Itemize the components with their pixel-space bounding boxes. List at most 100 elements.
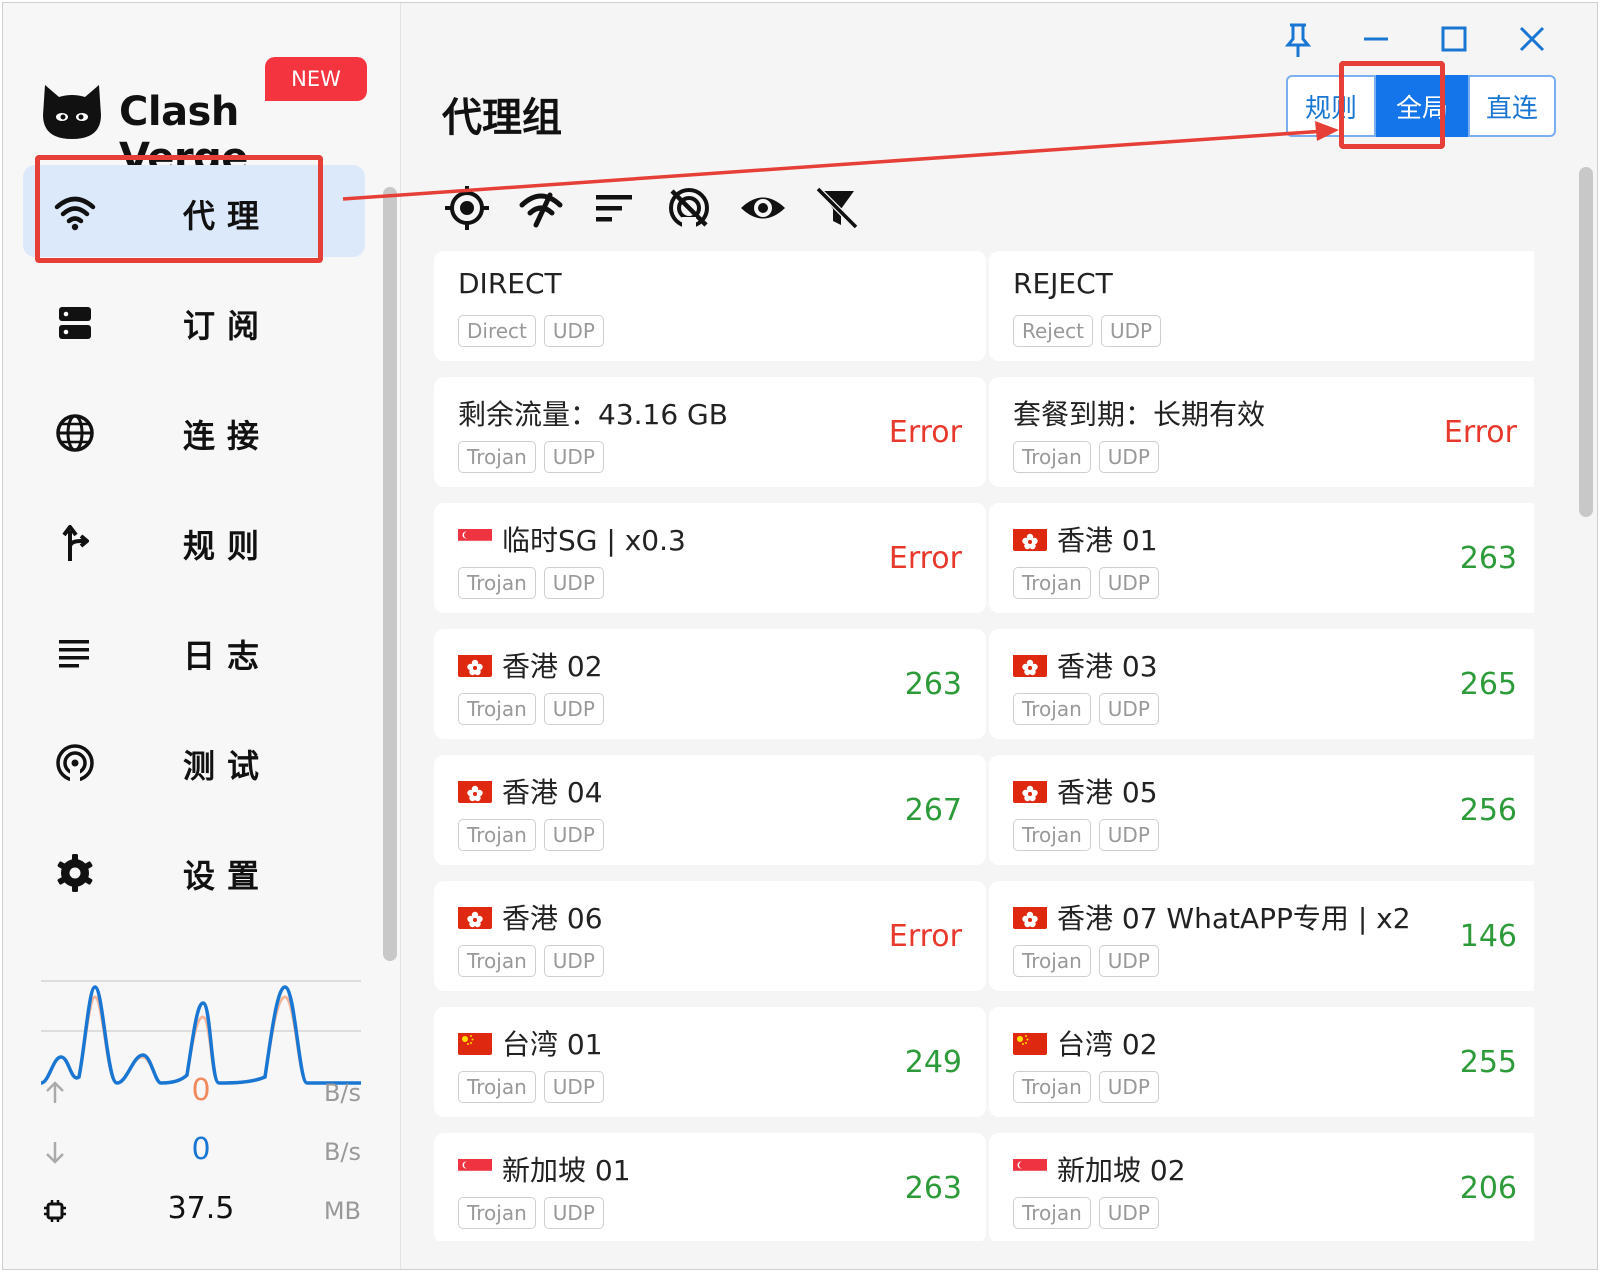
proxy-tag: Trojan (458, 945, 536, 977)
locate-icon[interactable] (442, 183, 492, 233)
latency-value[interactable]: 255 (1460, 1045, 1517, 1080)
proxy-tag: UDP (1098, 441, 1159, 473)
proxy-card[interactable]: 剩余流量：43.16 GB Trojan UDP Error (434, 377, 986, 487)
latency-value[interactable]: Error (889, 541, 962, 576)
proxy-name: 套餐到期：长期有效 (1013, 393, 1265, 433)
nav-item-test[interactable]: 测试 (23, 715, 365, 807)
latency-value[interactable]: 206 (1460, 1171, 1517, 1206)
proxy-card[interactable]: REJECT Reject UDP (989, 251, 1534, 361)
proxy-card[interactable]: 香港 06 Trojan UDP Error (434, 881, 986, 991)
flag-hk-icon (458, 653, 492, 677)
proxy-tags: Trojan UDP (1013, 945, 1167, 977)
proxy-name: 临时SG | x0.3 (458, 519, 686, 559)
gear-icon (57, 854, 93, 892)
proxy-card[interactable]: 香港 07 WhatAPP专用 | x2 Trojan UDP 146 (989, 881, 1534, 991)
mode-direct-button[interactable]: 直连 (1468, 75, 1556, 137)
proxy-name-text: 台湾 01 (502, 1028, 603, 1061)
proxy-name-text: 香港 04 (502, 776, 603, 809)
proxy-tags: Direct UDP (458, 315, 612, 347)
proxy-card[interactable]: DIRECT Direct UDP (434, 251, 986, 361)
flag-sg-icon (458, 1157, 492, 1181)
arrow-down-icon (46, 1142, 64, 1164)
proxy-name: REJECT (1013, 267, 1113, 300)
latency-value[interactable]: 263 (1460, 541, 1517, 576)
proxy-tag: UDP (1098, 1197, 1159, 1229)
latency-value[interactable]: Error (889, 415, 962, 450)
maximize-icon[interactable] (1434, 19, 1474, 59)
arrow-up-icon (46, 1081, 64, 1103)
proxy-name-text: 新加坡 01 (502, 1154, 631, 1187)
proxy-name: 香港 01 (1013, 519, 1158, 559)
nav-item-subscription[interactable]: 订阅 (23, 275, 365, 367)
proxy-card[interactable]: 香港 01 Trojan UDP 263 (989, 503, 1534, 613)
proxy-card[interactable]: 香港 02 Trojan UDP 263 (434, 629, 986, 739)
proxy-card[interactable]: 香港 03 Trojan UDP 265 (989, 629, 1534, 739)
nav-item-settings[interactable]: 设置 (23, 825, 365, 917)
speed-test-icon[interactable] (516, 183, 566, 233)
proxy-name: 新加坡 02 (1013, 1149, 1186, 1189)
proxy-card[interactable]: 套餐到期：长期有效 Trojan UDP Error (989, 377, 1534, 487)
proxy-tags: Trojan UDP (458, 693, 612, 725)
latency-value[interactable]: Error (1444, 415, 1517, 450)
filter-off-icon[interactable] (812, 183, 862, 233)
proxy-name-text: 台湾 02 (1057, 1028, 1158, 1061)
download-unit: B/s (323, 1138, 361, 1166)
proxy-name-text: 香港 03 (1057, 650, 1158, 683)
latency-value[interactable]: 146 (1460, 919, 1517, 954)
latency-value[interactable]: 263 (905, 1171, 962, 1206)
globe-icon (56, 414, 94, 452)
proxy-name: 香港 05 (1013, 771, 1158, 811)
latency-value[interactable]: Error (889, 919, 962, 954)
latency-value[interactable]: 263 (905, 667, 962, 702)
lines-icon (59, 640, 89, 668)
proxy-card[interactable]: 香港 05 Trojan UDP 256 (989, 755, 1534, 865)
proxy-name: 香港 03 (1013, 645, 1158, 685)
proxy-tags: Trojan UDP (1013, 1197, 1167, 1229)
proxy-name: 香港 04 (458, 771, 603, 811)
proxy-tag: Trojan (1013, 1071, 1091, 1103)
nav-label: 规则 (183, 527, 272, 565)
proxy-tags: Trojan UDP (458, 1071, 612, 1103)
proxy-tag: Trojan (1013, 693, 1091, 725)
minimize-icon[interactable] (1356, 19, 1396, 59)
chip-icon (44, 1200, 66, 1222)
upload-value: 0 (191, 1073, 211, 1108)
latency-value[interactable]: 249 (905, 1045, 962, 1080)
nav-item-connections[interactable]: 连接 (23, 385, 365, 477)
no-signal-icon[interactable] (664, 183, 714, 233)
main-scrollbar[interactable] (1579, 167, 1593, 517)
proxy-tag: Trojan (458, 819, 536, 851)
proxy-tag: UDP (543, 819, 604, 851)
new-badge: NEW (265, 57, 367, 101)
eye-icon[interactable] (738, 183, 788, 233)
proxy-card[interactable]: 临时SG | x0.3 Trojan UDP Error (434, 503, 986, 613)
proxy-tag: UDP (1098, 693, 1159, 725)
proxy-card[interactable]: 新加坡 01 Trojan UDP 263 (434, 1133, 986, 1241)
nav-label: 连接 (183, 417, 272, 455)
sort-icon[interactable] (590, 183, 640, 233)
nav-item-logs[interactable]: 日志 (23, 605, 365, 697)
sidebar-scrollbar[interactable] (383, 187, 397, 961)
proxy-card[interactable]: 新加坡 02 Trojan UDP 206 (989, 1133, 1534, 1241)
proxy-tag: UDP (1101, 315, 1162, 347)
proxy-tag: Trojan (458, 693, 536, 725)
latency-value[interactable]: 256 (1460, 793, 1517, 828)
traffic-graph (41, 980, 361, 1085)
latency-value[interactable]: 267 (905, 793, 962, 828)
proxy-card[interactable]: 香港 04 Trojan UDP 267 (434, 755, 986, 865)
pin-icon[interactable] (1278, 19, 1318, 59)
upload-unit: B/s (323, 1079, 361, 1107)
proxy-card[interactable]: 台湾 01 Trojan UDP 249 (434, 1007, 986, 1117)
proxy-tags: Trojan UDP (1013, 693, 1167, 725)
nav-label: 设置 (183, 857, 272, 895)
proxy-tags: Trojan UDP (458, 945, 612, 977)
proxy-card[interactable]: 台湾 02 Trojan UDP 255 (989, 1007, 1534, 1117)
latency-value[interactable]: 265 (1460, 667, 1517, 702)
nav-item-rules[interactable]: 规则 (23, 495, 365, 587)
proxy-name-text: 香港 07 WhatAPP专用 | x2 (1057, 902, 1411, 935)
main-panel: 代理组 规则 全局 直连 DIRECT Direct UDP REJECT Re… (402, 3, 1597, 1269)
close-icon[interactable] (1512, 19, 1552, 59)
proxy-tag: UDP (543, 441, 604, 473)
proxy-tag: UDP (543, 567, 604, 599)
app-window: Clash Verge NEW 代理 订阅 连接 规则 日志 测试 设置 0 B… (2, 2, 1598, 1270)
